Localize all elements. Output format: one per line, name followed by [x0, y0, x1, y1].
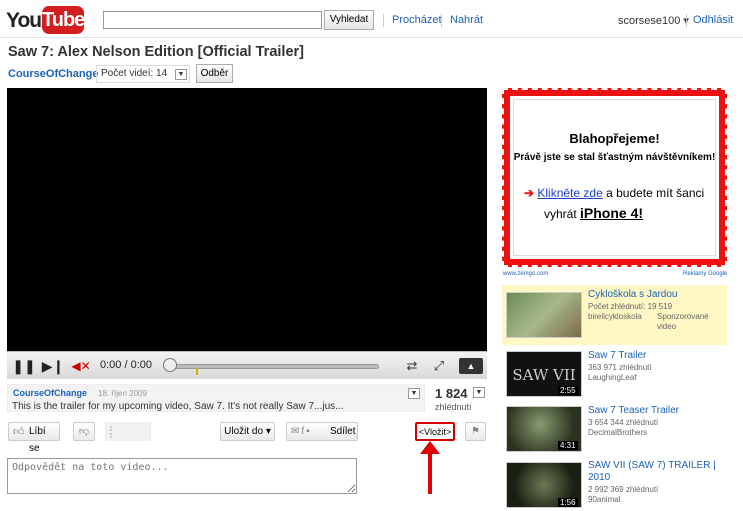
rating-bar [105, 422, 151, 441]
comment-input[interactable] [7, 458, 357, 494]
ad-click-link[interactable]: Klikněte zde [537, 186, 602, 200]
ad-inner-frame [513, 99, 716, 256]
ad-line-1: ➔ Klikněte zde a budete mít šanci [524, 186, 704, 200]
view-count-box: 1 824 ▼ zhlédnutí [431, 384, 487, 412]
scrubber-handle[interactable] [163, 358, 177, 372]
related-views: 363 971 zhlédnutí [588, 363, 652, 372]
related-title[interactable]: Saw 7 Teaser Trailer [588, 405, 679, 417]
related-video[interactable]: 4:31 Saw 7 Teaser Trailer 3 654 344 zhlé… [502, 405, 727, 457]
chevron-down-icon: ▼ [175, 69, 187, 80]
logo-tube-text: Tube [42, 6, 85, 34]
thumbs-up-icon: 👍︎ [13, 426, 25, 438]
related-author: 90animal [588, 495, 621, 504]
nav-divider [686, 14, 687, 27]
sponsored-title[interactable]: Cykloškola s Jardou [588, 289, 677, 301]
video-duration: 2:55 [558, 386, 578, 395]
search-input[interactable] [103, 11, 322, 29]
ad-line-1-rest: a budete mít šanci [602, 186, 705, 200]
thumbs-down-icon: 👎︎ [78, 426, 90, 437]
view-count-label: zhlédnutí [435, 402, 472, 412]
sponsored-author: bireilcykloskola [588, 312, 642, 321]
related-author: DecimalBrothers [588, 428, 648, 437]
embed-button[interactable]: <Vložit> [415, 422, 455, 441]
share-button[interactable]: ✉f▪ Sdílet [286, 422, 358, 441]
save-to-button[interactable]: Uložit do ▾ [220, 422, 275, 441]
nav-divider [441, 14, 442, 27]
ad-source-link[interactable]: www.zemgo.com [503, 271, 548, 277]
next-icon[interactable]: ▶❙ [40, 355, 66, 377]
ad-subline: Právě jste se stal šťastným návštěvníkem… [513, 152, 716, 163]
channel-videos-dropdown[interactable]: Počet videí: 14 ▼ [96, 65, 190, 83]
nav-browse-link[interactable]: Procházet [392, 14, 442, 26]
stats-chevron-icon[interactable]: ▼ [473, 387, 485, 398]
related-views: 2 992 369 zhlédnutí [588, 485, 659, 494]
share-label: Sdílet [330, 426, 356, 437]
video-description-box: CourseOfChange 18. říjen 2009 This is th… [7, 384, 425, 412]
related-title[interactable]: Saw 7 Trailer [588, 350, 646, 362]
like-button[interactable]: 👍︎ Líbí se [8, 422, 60, 454]
sponsored-tag: Sponzorované video [657, 312, 709, 331]
dislike-button[interactable]: 👎︎ [73, 422, 95, 441]
flag-button[interactable]: ⚑ [465, 422, 486, 441]
pause-icon[interactable]: ❚❚ [11, 355, 37, 377]
nav-upload-link[interactable]: Nahrát [450, 14, 483, 26]
ad-line-2-pre: vyhrát [544, 207, 581, 221]
header-divider [0, 37, 743, 38]
ad-banner[interactable]: Blahopřejeme! Právě jste se stal šťastný… [502, 88, 727, 267]
related-video[interactable]: SAW VII 2:55 Saw 7 Trailer 363 971 zhléd… [502, 350, 727, 402]
description-text: This is the trailer for my upcoming vide… [12, 401, 344, 412]
description-channel-link[interactable]: CourseOfChange [13, 388, 87, 398]
sponsored-video[interactable]: Cykloškola s Jardou Počet zhlédnutí: 19 … [502, 285, 727, 345]
like-label: Líbí se [29, 426, 46, 454]
video-duration: 1:56 [558, 498, 578, 507]
mute-icon[interactable]: ◀✕ [69, 355, 93, 377]
related-author: LaughingLeaf [588, 373, 637, 382]
video-duration: 4:31 [558, 441, 578, 450]
expand-player-icon[interactable]: ▲ [459, 358, 483, 374]
expand-description-icon[interactable]: ▼ [408, 388, 420, 399]
search-button[interactable]: Vyhledat [324, 10, 374, 30]
arrow-right-icon: ➔ [524, 186, 538, 200]
video-thumbnail[interactable] [506, 292, 582, 338]
annotation-arrow-shaft [428, 451, 432, 494]
progress-bar[interactable] [167, 364, 379, 369]
subscribe-button[interactable]: Odběr [196, 64, 233, 83]
logo-you-text: You [6, 9, 42, 32]
google-ads-link[interactable]: Reklamy Google [683, 271, 727, 277]
youtube-logo[interactable]: You Tube [6, 5, 85, 35]
ad-line-2: vyhrát iPhone 4! [544, 205, 643, 221]
nav-divider [383, 14, 384, 27]
videos-count-label: Počet videí: 14 [101, 68, 168, 79]
sponsored-views: Počet zhlédnutí: 19 519 [588, 302, 673, 311]
video-title: Saw 7: Alex Nelson Edition [Official Tra… [8, 44, 304, 60]
view-count: 1 824 [435, 386, 468, 401]
related-views: 3 654 344 zhlédnutí [588, 418, 659, 427]
logout-link[interactable]: Odhlásit [693, 14, 733, 26]
fullscreen-icon[interactable]: ⤢ [427, 355, 451, 377]
share-icons: ✉f▪ [291, 426, 312, 437]
buffer-marker [196, 368, 198, 375]
related-title[interactable]: SAW VII (SAW 7) TRAILER | 2010 [588, 460, 726, 484]
related-video[interactable]: 1:56 SAW VII (SAW 7) TRAILER | 2010 2 99… [502, 460, 727, 511]
player-controls: ❚❚ ▶❙ ◀✕ 0:00 / 0:00 ⇄ ⤢ ▲ [7, 351, 487, 379]
channel-link[interactable]: CourseOfChange [8, 68, 98, 80]
time-display: 0:00 / 0:00 [100, 359, 152, 371]
flag-icon: ⚑ [471, 426, 480, 437]
popout-icon[interactable]: ⇄ [400, 355, 424, 377]
ad-prize: iPhone 4! [580, 205, 644, 221]
ad-headline: Blahopřejeme! [569, 131, 660, 146]
video-player[interactable] [7, 88, 487, 379]
user-menu[interactable]: scorsese100 ▾ [618, 14, 689, 27]
upload-date: 18. říjen 2009 [98, 389, 147, 398]
